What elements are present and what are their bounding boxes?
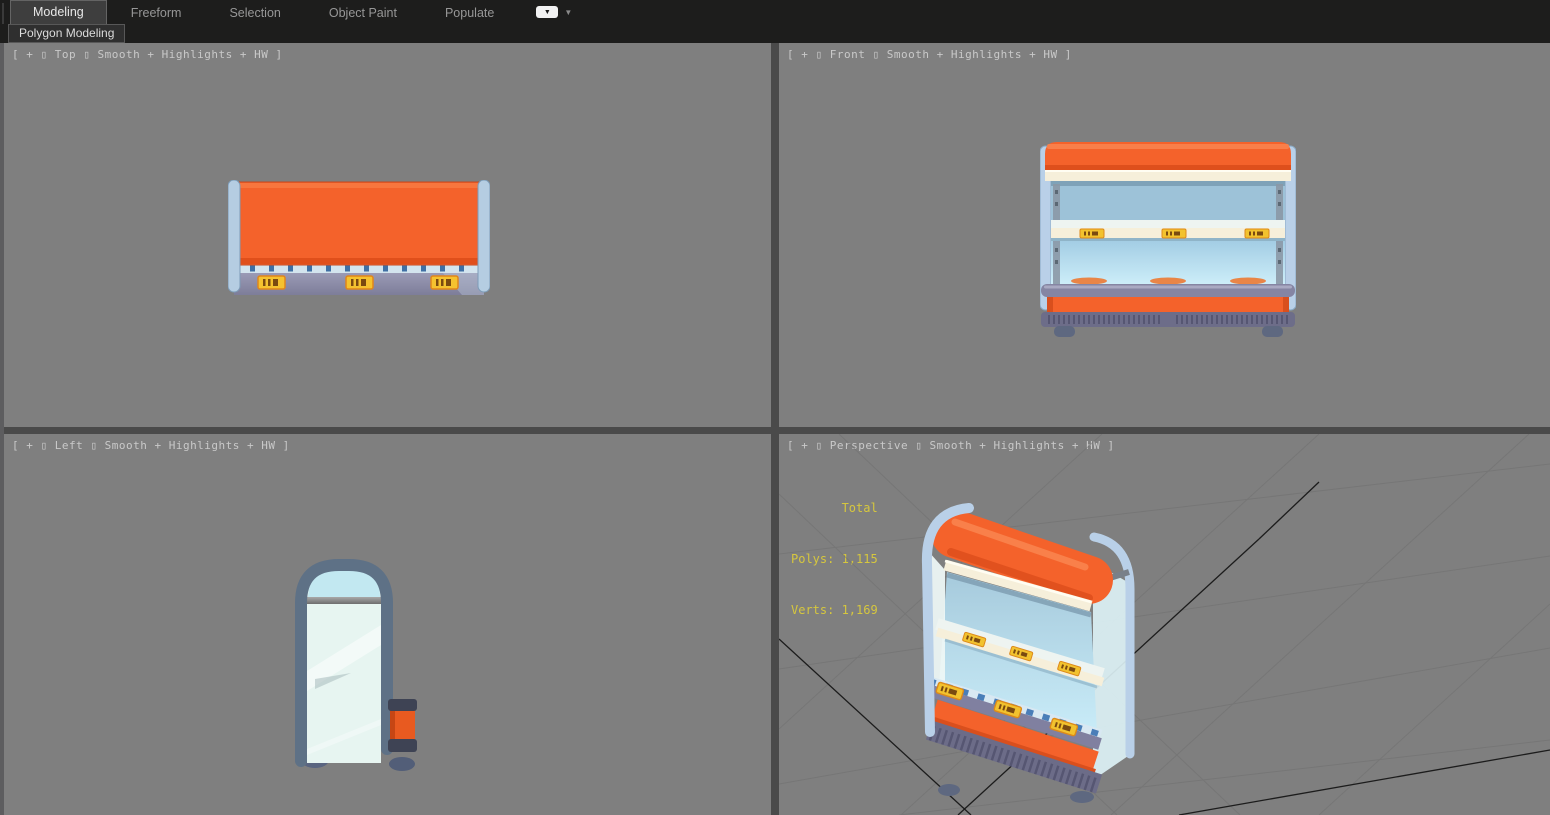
front-canopy [1045, 142, 1291, 181]
left-view-foot-back [389, 757, 415, 771]
viewport-label-top[interactable]: [ + ▯ Top ▯ Smooth + Highlights + HW ] [12, 48, 283, 61]
top-canopy [235, 181, 483, 266]
viewport-label-front[interactable]: [ + ▯ Front ▯ Smooth + Highlights + HW ] [787, 48, 1072, 61]
viewport-label-left[interactable]: [ + ▯ Left ▯ Smooth + Highlights + HW ] [12, 439, 290, 452]
viewport-top[interactable]: [ + ▯ Top ▯ Smooth + Highlights + HW ] [4, 43, 771, 427]
model-perspective-view [921, 503, 1135, 803]
panel-tab-polygon-modeling[interactable]: Polygon Modeling [8, 24, 126, 43]
viewport-front[interactable]: [ + ▯ Front ▯ Smooth + Highlights + HW ] [779, 43, 1550, 427]
model-left-view[interactable] [293, 553, 419, 771]
top-right-post [477, 180, 490, 293]
home-grid [779, 434, 1550, 815]
model-top-view[interactable] [228, 180, 490, 296]
model-front-view[interactable] [1040, 140, 1296, 338]
front-base [1041, 284, 1295, 337]
ribbon-tab-populate[interactable]: Populate [421, 2, 518, 24]
ribbon-tab-row: Modeling Freeform Selection Object Paint… [10, 0, 572, 24]
perspective-scene[interactable] [779, 434, 1550, 815]
front-shelf [1051, 220, 1285, 241]
ribbon-tab-selection[interactable]: Selection [205, 2, 304, 24]
ribbon-toggle-group: ▼ ▼ [536, 0, 572, 24]
left-view-base-side [388, 699, 417, 752]
ribbon: Modeling Freeform Selection Object Paint… [0, 0, 1550, 43]
viewport-left[interactable]: [ + ▯ Left ▯ Smooth + Highlights + HW ] [4, 434, 771, 815]
ribbon-tab-modeling[interactable]: Modeling [10, 0, 107, 24]
max-ribbon-viewport-window: Modeling Freeform Selection Object Paint… [0, 0, 1550, 815]
left-view-glass [307, 567, 381, 763]
ribbon-options-caret-icon[interactable]: ▼ [564, 8, 572, 17]
ribbon-tab-freeform[interactable]: Freeform [107, 2, 206, 24]
viewport-perspective[interactable]: [ + ▯ Perspective ▯ Smooth + Highlights … [779, 434, 1550, 815]
ribbon-minimize-icon[interactable]: ▼ [536, 6, 559, 18]
ribbon-panel-row: Polygon Modeling [0, 24, 1550, 43]
top-left-post [228, 180, 241, 293]
ribbon-tab-object-paint[interactable]: Object Paint [305, 2, 421, 24]
